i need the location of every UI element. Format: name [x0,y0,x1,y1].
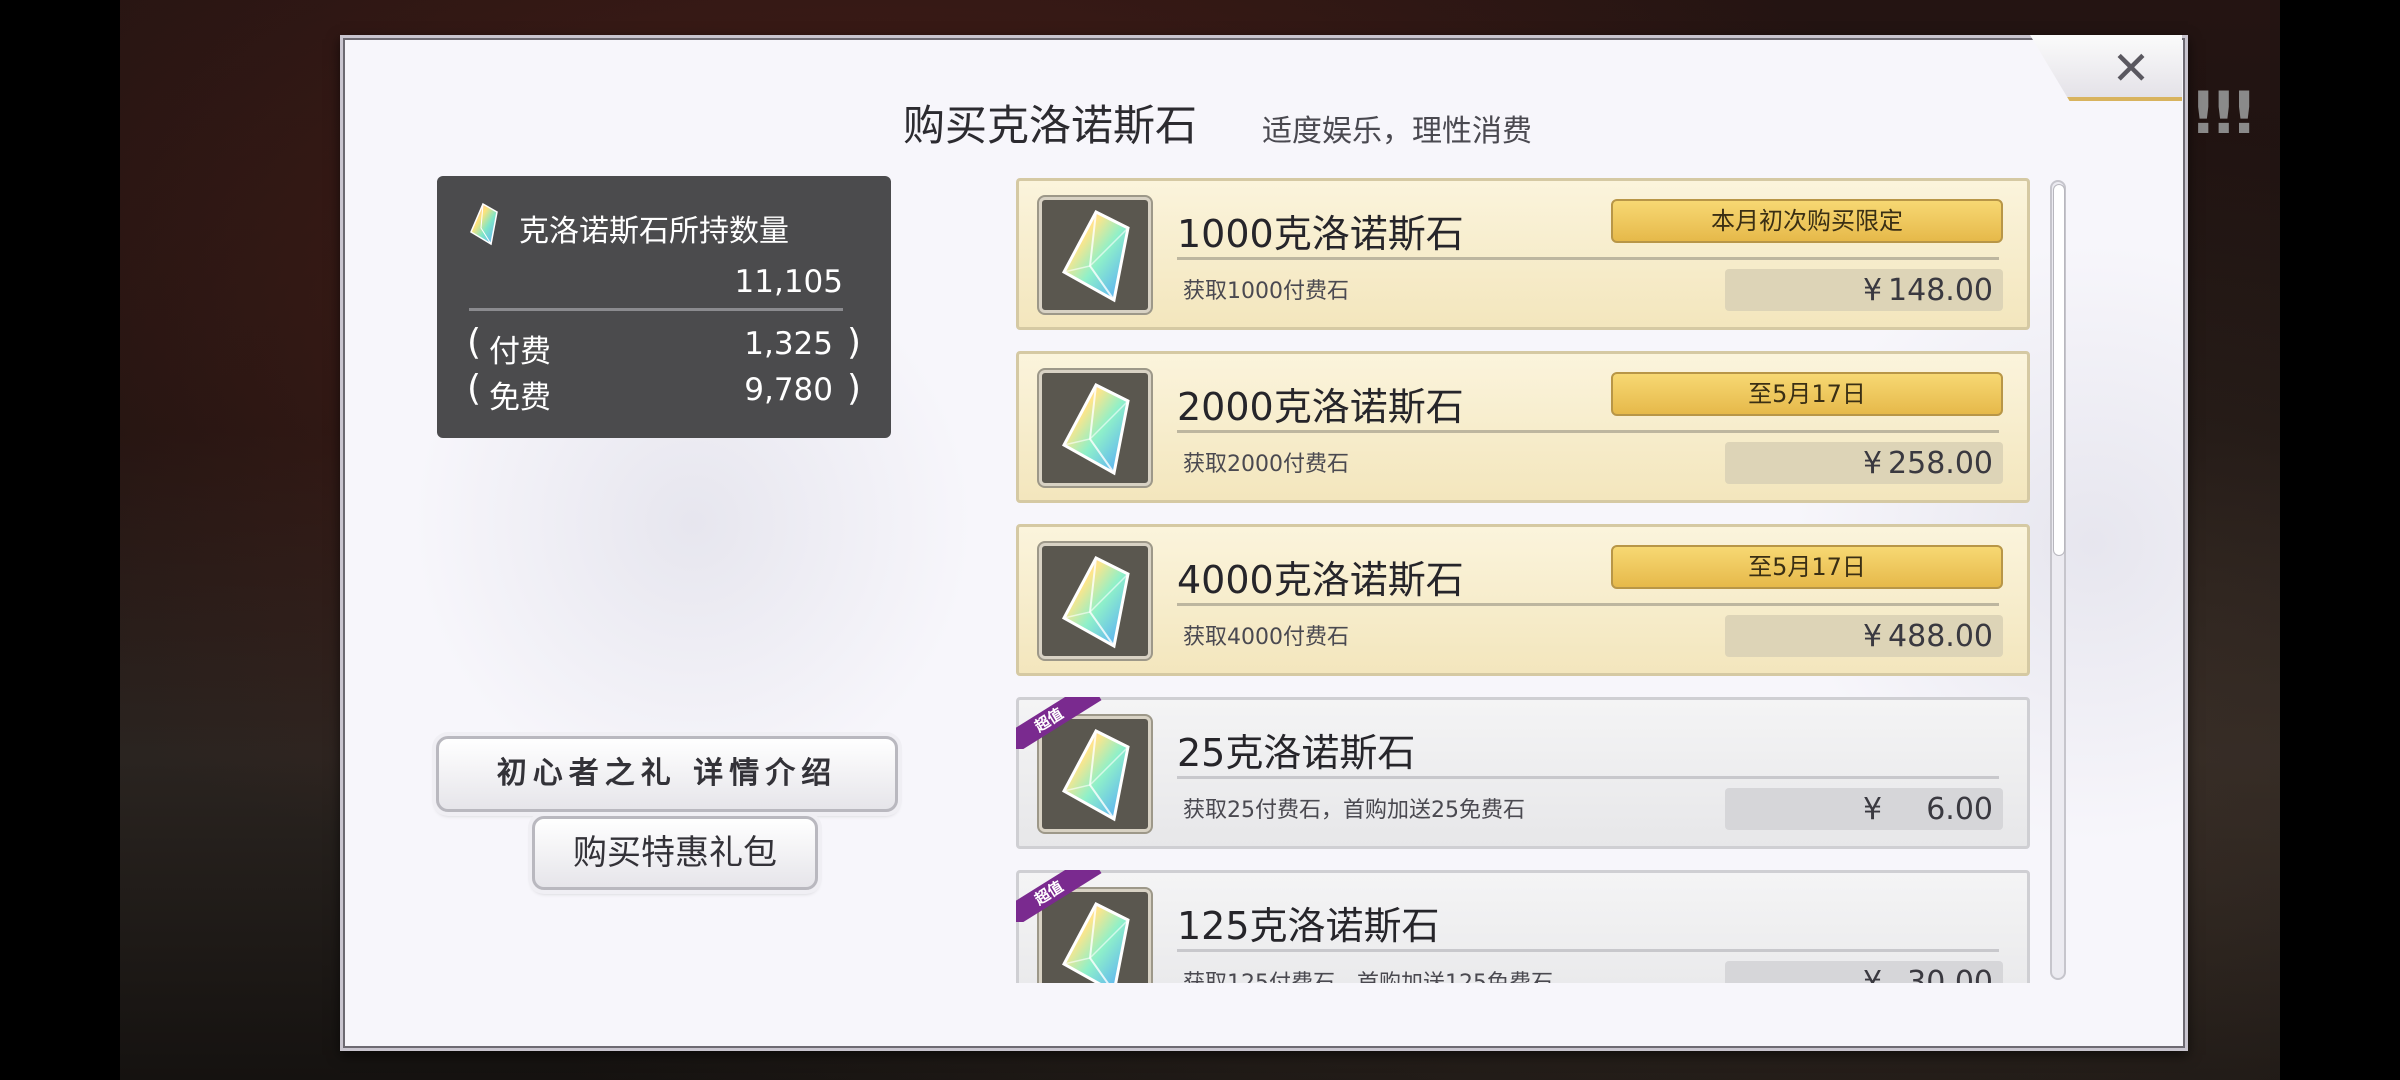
product-name: 1000克洛诺斯石 [1177,212,1464,256]
paid-value: 1,325 [744,326,833,362]
scrollbar-thumb[interactable] [2053,184,2065,556]
product-name: 2000克洛诺斯石 [1177,385,1464,429]
ribbon-label: 超值 [1016,697,1102,749]
value-ribbon: 超值 [1016,697,1102,749]
paren-open: ( [467,368,482,409]
product-badge: 至5月17日 [1611,372,2003,416]
product-divider [1177,430,1999,433]
product-description: 获取4000付费石 [1183,625,1349,650]
product-icon-frame [1039,370,1151,486]
product-icon-frame [1039,543,1151,659]
ribbon-label: 超值 [1016,870,1102,922]
currency-symbol: ¥ [1863,446,1883,481]
paren-close: ) [846,322,861,363]
currency-symbol: ¥ [1863,965,1883,983]
list-scrollbar[interactable] [2050,180,2066,980]
paid-label: 付费 [489,334,551,370]
paid-row: ( 付费 1,325 ) [467,322,861,370]
crystal-gem-icon [1061,210,1130,303]
product-description: 获取125付费石，首购加送125免费石 [1183,965,1553,983]
price-amount: 148.00 [1888,273,1993,308]
buy-special-pack-button[interactable]: 购买特惠礼包 [532,816,818,890]
crystal-gem-icon [1061,556,1130,649]
product-item[interactable]: 2000克洛诺斯石获取2000付费石 至5月17日 ¥ 258.00 [1016,351,2030,503]
close-button[interactable]: ✕ [2030,35,2182,101]
paren-close: ) [846,368,861,409]
crystal-gem-icon [1061,383,1130,476]
product-divider [1177,949,1999,952]
product-price: ¥ 30.00 [1725,961,2003,983]
crystal-gem-icon [470,202,498,246]
product-name: 25克洛诺斯石 [1177,731,1416,775]
close-icon[interactable]: ✕ [2096,41,2166,95]
holdings-panel: 克洛诺斯石所持数量 11,105 ( 付费 1,325 ) ( 免费 9,780… [437,176,891,438]
price-amount: 488.00 [1888,619,1993,654]
product-item[interactable]: 1000克洛诺斯石获取1000付费石 本月初次购买限定 ¥ 148.00 [1016,178,2030,330]
product-price: ¥ 258.00 [1725,442,2003,484]
product-name: 125克洛诺斯石 [1177,904,1440,948]
product-price: ¥ 488.00 [1725,615,2003,657]
holdings-label: 克洛诺斯石所持数量 [519,214,789,249]
free-value: 9,780 [744,372,833,408]
product-price: ¥ 6.00 [1725,788,2003,830]
currency-symbol: ¥ [1863,619,1883,654]
product-item[interactable]: 125克洛诺斯石获取125付费石，首购加送125免费石 ¥ 30.00 超值 [1016,870,2030,983]
price-amount: 30.00 [1907,965,1993,983]
beginner-gift-details-button[interactable]: 初心者之礼 详情介绍 [436,736,898,812]
product-item[interactable]: 25克洛诺斯石获取25付费石，首购加送25免费石 ¥ 6.00 超值 [1016,697,2030,849]
currency-symbol: ¥ [1863,792,1883,827]
price-amount: 258.00 [1888,446,1993,481]
product-badge: 至5月17日 [1611,545,2003,589]
free-label: 免费 [489,380,551,416]
product-description: 获取2000付费石 [1183,452,1349,477]
price-amount: 6.00 [1926,792,1993,827]
product-divider [1177,257,1999,260]
product-badge: 本月初次购买限定 [1611,199,2003,243]
product-icon-frame [1039,197,1151,313]
product-list[interactable]: 1000克洛诺斯石获取1000付费石 本月初次购买限定 ¥ 148.00 2000… [1016,178,2036,983]
dialog-subtitle: 适度娱乐，理性消费 [1262,114,1532,149]
free-row: ( 免费 9,780 ) [467,368,861,416]
product-name: 4000克洛诺斯石 [1177,558,1464,602]
dialog-title: 购买克洛诺斯石 [903,101,1198,150]
product-divider [1177,603,1999,606]
background-alert-icon: !!! [2190,79,2257,147]
holdings-total: 11,105 [734,264,843,300]
paren-open: ( [467,322,482,363]
product-price: ¥ 148.00 [1725,269,2003,311]
value-ribbon: 超值 [1016,870,1102,922]
product-description: 获取1000付费石 [1183,279,1349,304]
product-divider [1177,776,1999,779]
currency-symbol: ¥ [1863,273,1883,308]
product-item[interactable]: 4000克洛诺斯石获取4000付费石 至5月17日 ¥ 488.00 [1016,524,2030,676]
product-description: 获取25付费石，首购加送25免费石 [1183,798,1525,823]
holdings-divider [469,308,843,311]
